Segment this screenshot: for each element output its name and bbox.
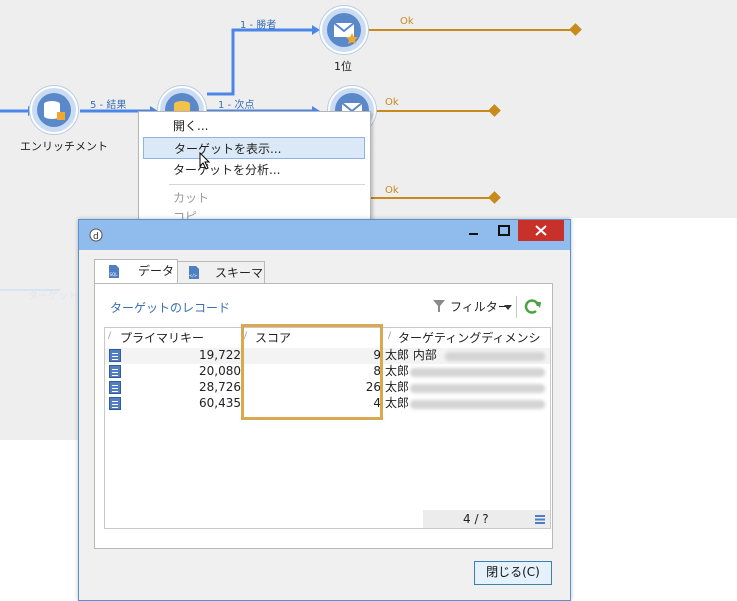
email-winner-node[interactable] (320, 6, 368, 54)
cell-dimension: 太郎 内部 (385, 348, 437, 362)
menu-separator (169, 184, 365, 185)
transition-winner (207, 28, 312, 96)
record-count: 4 / ? (463, 512, 489, 526)
close-window-button[interactable] (518, 220, 564, 241)
record-icon (109, 349, 121, 362)
schema-icon-text: </> (189, 273, 197, 278)
cell-dimension: 太郎 (385, 396, 410, 410)
menu-analyze-target[interactable]: ターゲットを分析... (143, 159, 365, 181)
sql-file-icon: SQL (109, 265, 119, 278)
cell-primary-key: 19,722 (199, 348, 241, 362)
ok-end-2 (488, 104, 501, 117)
chevron-down-icon (504, 305, 512, 310)
filter-label: フィルター (450, 300, 510, 314)
close-dialog-button[interactable]: 閉じる(C) (474, 561, 552, 585)
mouse-cursor-icon (199, 152, 211, 170)
cell-primary-key: 28,726 (199, 380, 241, 394)
cell-primary-key: 60,435 (199, 396, 241, 410)
blurred-value (410, 384, 545, 393)
enrichment-label: エンリッチメント (20, 140, 108, 153)
ok-label-3: Ok (385, 185, 399, 196)
filter-icon (433, 300, 445, 312)
menu-display-target[interactable]: ターゲットを表示... (143, 137, 365, 159)
ok-end-1 (569, 23, 582, 36)
maximize-icon (498, 225, 510, 236)
panel-title: ターゲットのレコード (110, 301, 231, 315)
dialog-body: SQL データ </> スキーマ ターゲットのレコード フィルター / プライマ… (79, 250, 570, 600)
envelope-star-icon (327, 13, 361, 47)
transition-winner-arrow (312, 25, 320, 35)
transition-result-label: 5 - 結果 (90, 100, 127, 111)
context-menu: 開く... ターゲットを表示... ターゲットを分析... カット コピ (138, 111, 371, 222)
ok-end-3 (488, 191, 501, 204)
filter-dropdown[interactable]: フィルター (430, 296, 514, 316)
blurred-value (410, 368, 545, 377)
column-sort-icon: / (108, 331, 112, 341)
schema-file-icon: </> (189, 266, 199, 279)
tab-data-label: データ (138, 264, 175, 278)
cell-dimension: 太郎 (385, 364, 410, 378)
svg-text:d: d (93, 232, 99, 242)
minimize-icon (469, 233, 478, 235)
menu-copy[interactable]: コピ (143, 206, 365, 220)
transition-winner-label: 1 - 勝者 (240, 20, 277, 31)
grid-footer: 4 / ? (423, 510, 550, 528)
close-icon (535, 225, 547, 236)
canvas-blank-area (570, 218, 737, 440)
winner-label: 1位 (334, 60, 352, 73)
database-icon (37, 93, 71, 127)
minimize-button[interactable] (459, 220, 489, 242)
toolbar-separator (516, 296, 517, 318)
column-header-targeting-dimension[interactable]: ターゲティングディメンション (398, 328, 550, 365)
column-sort-icon: / (388, 331, 392, 341)
record-icon (109, 397, 121, 410)
menu-open[interactable]: 開く... (143, 115, 365, 137)
column-header-primary-key[interactable]: プライマリキー (120, 328, 204, 348)
blurred-value (410, 400, 545, 409)
cell-dimension: 太郎 (385, 380, 410, 394)
ok-label-2: Ok (385, 97, 399, 108)
blurred-value (445, 352, 545, 361)
ok-label-1: Ok (400, 16, 414, 27)
tab-data[interactable]: SQL データ (94, 259, 178, 284)
cell-primary-key: 20,080 (199, 364, 241, 378)
dialog-titlebar[interactable]: d (79, 220, 570, 250)
record-icon (109, 365, 121, 378)
transition-runner-up-label: 1 - 次点 (218, 100, 255, 111)
record-icon (109, 381, 121, 394)
app-icon: d (89, 228, 103, 242)
refresh-icon[interactable] (524, 298, 542, 316)
tab-schema-label: スキーマ (215, 266, 264, 280)
sql-icon-text: SQL (110, 272, 119, 277)
menu-lines-icon[interactable] (535, 515, 545, 524)
maximize-button[interactable] (489, 220, 519, 242)
tab-schema[interactable]: </> スキーマ (177, 261, 265, 284)
enrichment-node[interactable] (30, 86, 78, 134)
score-column-highlight (241, 324, 383, 420)
